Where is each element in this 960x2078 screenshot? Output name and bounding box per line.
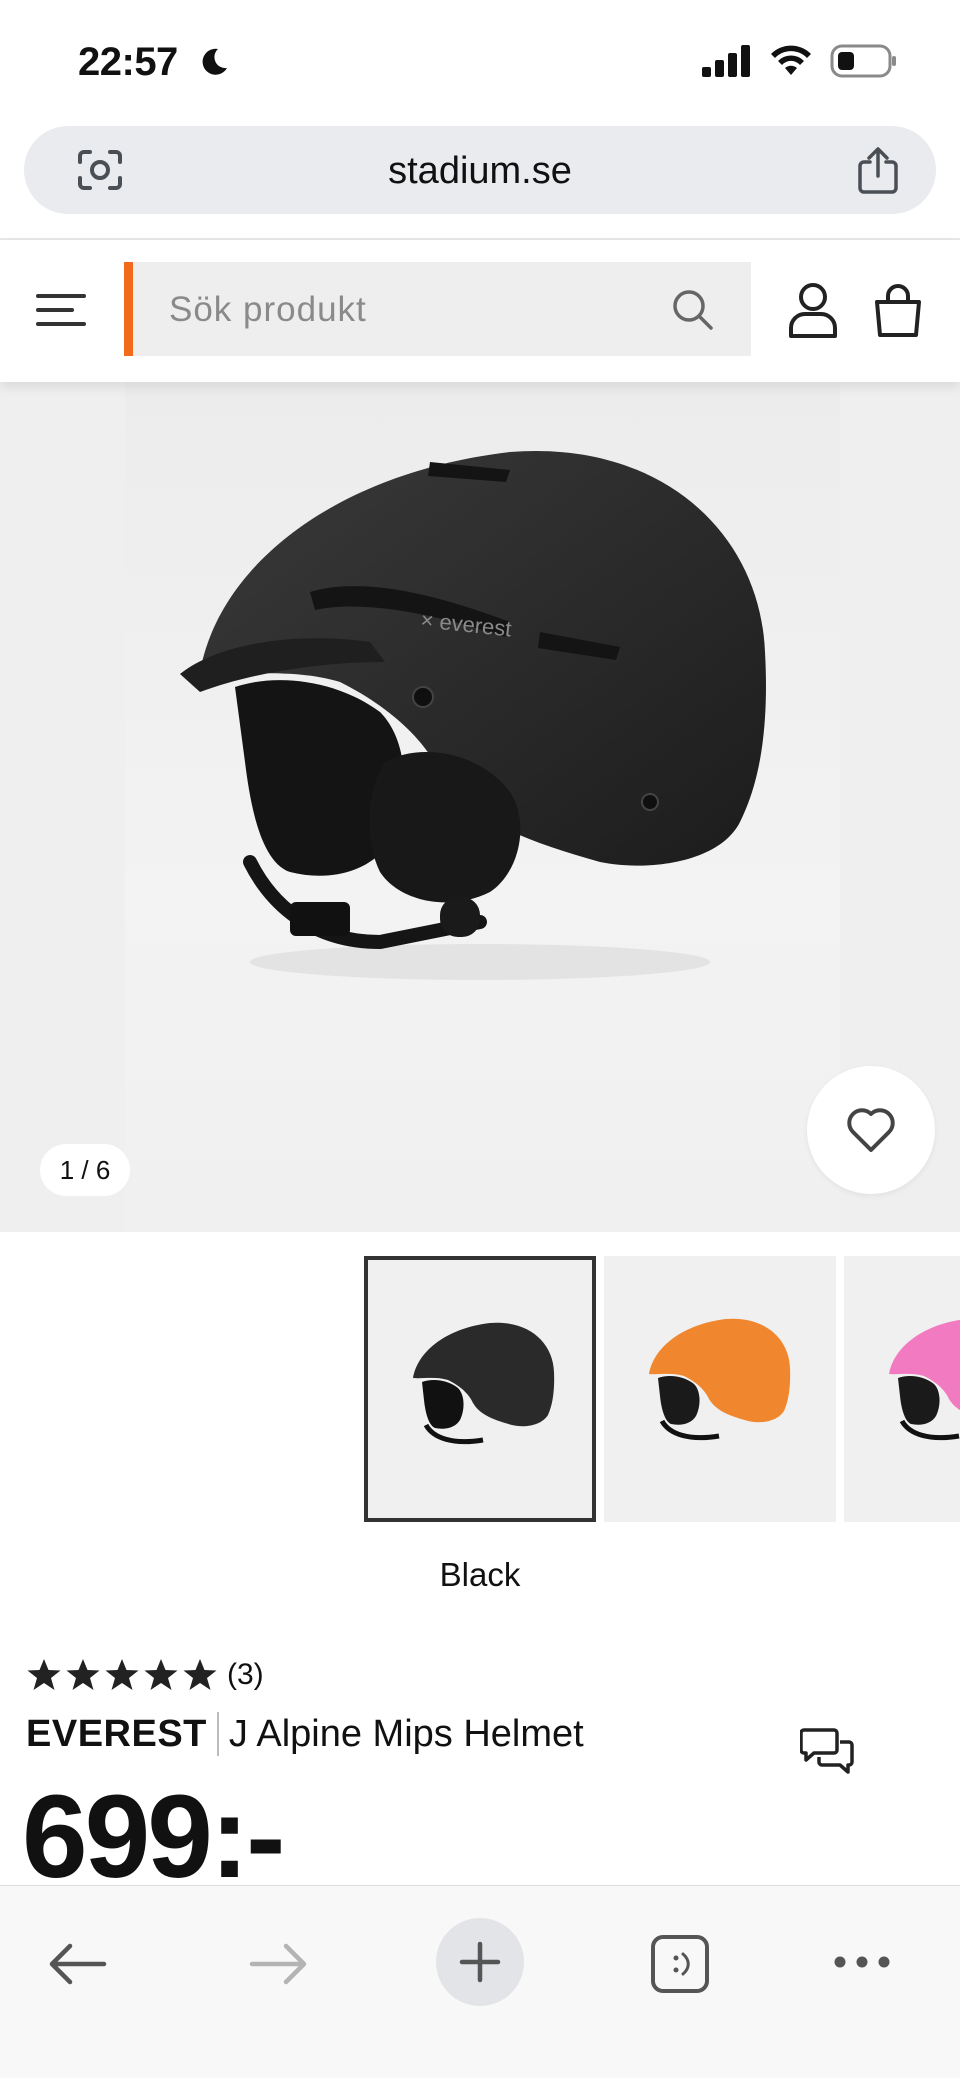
color-thumbnails bbox=[0, 1256, 960, 1522]
star-icon bbox=[144, 1659, 178, 1690]
image-counter: 1 / 6 bbox=[40, 1144, 130, 1196]
product-price: 699:- bbox=[22, 1771, 285, 1903]
star-icon bbox=[105, 1659, 139, 1690]
status-time: 22:57 bbox=[78, 40, 178, 84]
url-text[interactable]: stadium.se bbox=[24, 150, 936, 193]
search-accent-bar bbox=[124, 262, 133, 356]
chat-icon[interactable] bbox=[800, 1724, 854, 1776]
helmet-image: × everest bbox=[180, 450, 766, 980]
title-separator bbox=[216, 1712, 219, 1756]
battery-icon bbox=[830, 44, 896, 78]
wifi-icon bbox=[771, 45, 811, 75]
selected-color-label: Black bbox=[439, 1556, 521, 1593]
product-brand[interactable]: EVEREST bbox=[26, 1713, 207, 1756]
product-name: J Alpine Mips Helmet bbox=[228, 1712, 584, 1755]
search-box[interactable]: Sök produkt bbox=[133, 262, 751, 356]
more-icon[interactable] bbox=[832, 1954, 892, 1970]
thumbnail-black[interactable] bbox=[364, 1256, 596, 1522]
helmet-thumbnail-image bbox=[649, 1318, 791, 1441]
helmet-thumbnail-image bbox=[413, 1322, 555, 1445]
browser-toolbar bbox=[0, 1885, 960, 2078]
star-icon bbox=[27, 1659, 61, 1690]
cart-icon[interactable] bbox=[874, 284, 922, 338]
thumbnail-pink[interactable] bbox=[844, 1256, 960, 1522]
hamburger-menu-icon[interactable] bbox=[36, 290, 88, 330]
status-bar: 22:57 bbox=[0, 0, 960, 120]
wishlist-button[interactable] bbox=[807, 1066, 935, 1194]
status-icons bbox=[702, 44, 898, 78]
plus-icon bbox=[459, 1941, 501, 1983]
star-icon bbox=[66, 1659, 100, 1690]
helmet-thumbnail-image bbox=[889, 1319, 960, 1441]
thumbnail-orange[interactable] bbox=[604, 1256, 836, 1522]
star-icon bbox=[183, 1659, 217, 1690]
back-arrow-icon[interactable] bbox=[48, 1942, 108, 1986]
forward-arrow-icon[interactable] bbox=[248, 1942, 308, 1986]
product-rating[interactable]: (3) bbox=[26, 1658, 264, 1692]
tabs-icon[interactable] bbox=[650, 1934, 710, 1994]
cellular-signal-icon bbox=[702, 45, 750, 77]
search-icon[interactable] bbox=[671, 288, 715, 332]
moon-icon bbox=[202, 48, 227, 75]
search-input[interactable]: Sök produkt bbox=[169, 290, 367, 330]
site-header: Sök produkt bbox=[0, 240, 960, 382]
rating-count: (3) bbox=[227, 1658, 264, 1691]
product-hero-image[interactable]: × everest 1 / 6 bbox=[0, 382, 960, 1232]
new-tab-button[interactable] bbox=[436, 1918, 524, 2006]
product-title: EVEREST J Alpine Mips Helmet bbox=[26, 1712, 584, 1756]
share-icon[interactable] bbox=[856, 146, 900, 194]
heart-icon bbox=[847, 1108, 895, 1152]
account-icon[interactable] bbox=[788, 282, 838, 338]
address-bar[interactable]: stadium.se bbox=[24, 126, 936, 214]
